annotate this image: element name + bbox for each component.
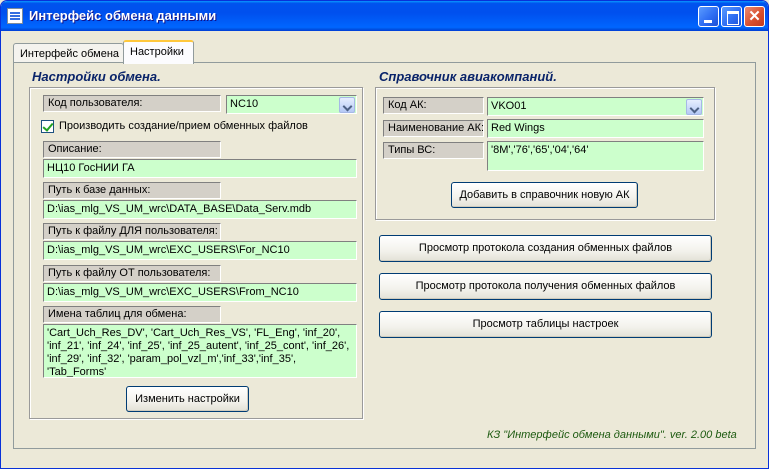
db-path-field[interactable]: D:\ias_mlg_VS_UM_wrc\DATA_BASE\Data_Serv… bbox=[43, 200, 357, 219]
version-footer: КЗ "Интерфейс обмена данными". ver. 2.00… bbox=[487, 429, 737, 441]
user-code-combobox[interactable]: NC10 bbox=[226, 95, 357, 114]
path-from-user-label: Путь к файлу ОТ пользователя: bbox=[43, 265, 221, 282]
view-receive-log-button[interactable]: Просмотр протокола получения обменных фа… bbox=[379, 273, 712, 300]
airline-code-value: VKO01 bbox=[491, 100, 527, 112]
aircraft-types-field[interactable]: '8M','76','65','04','64' bbox=[487, 141, 704, 171]
create-files-checkbox-label: Производить создание/прием обменных файл… bbox=[59, 120, 308, 132]
description-label: Описание: bbox=[43, 141, 221, 158]
tab-exchange[interactable]: Интерфейс обмена bbox=[13, 43, 124, 63]
view-settings-table-button[interactable]: Просмотр таблицы настроек bbox=[379, 311, 712, 338]
exchange-settings-title: Настройки обмена. bbox=[32, 69, 161, 84]
user-code-value: NC10 bbox=[230, 98, 259, 110]
airline-name-field[interactable]: Red Wings bbox=[487, 119, 704, 138]
tab-settings[interactable]: Настройки bbox=[123, 40, 194, 64]
minimize-button[interactable] bbox=[698, 6, 719, 27]
chevron-down-icon[interactable] bbox=[339, 97, 355, 113]
app-window: Интерфейс обмена данными ✕ Интерфейс обм… bbox=[0, 0, 769, 469]
maximize-button[interactable] bbox=[721, 6, 742, 27]
create-files-checkbox[interactable] bbox=[41, 120, 54, 133]
path-for-user-field[interactable]: D:\ias_mlg_VS_UM_wrc\EXC_USERS\For_NC10 bbox=[43, 241, 357, 260]
tables-field[interactable]: 'Cart_Uch_Res_DV', 'Cart_Uch_Res_VS', 'F… bbox=[43, 324, 357, 378]
airline-name-label: Наименование АК: bbox=[383, 120, 484, 137]
airlines-title: Справочник авиакомпаний. bbox=[379, 69, 557, 84]
change-settings-button[interactable]: Изменить настройки bbox=[126, 386, 249, 412]
close-button[interactable]: ✕ bbox=[744, 6, 765, 27]
tables-label: Имена таблиц для обмена: bbox=[43, 306, 221, 323]
aircraft-types-label: Типы ВС: bbox=[383, 142, 484, 159]
window-title: Интерфейс обмена данными bbox=[29, 8, 217, 23]
airline-code-combobox[interactable]: VKO01 bbox=[487, 97, 704, 116]
app-form-icon bbox=[7, 8, 23, 24]
airline-code-label: Код АК: bbox=[383, 97, 484, 114]
title-bar[interactable]: Интерфейс обмена данными ✕ bbox=[1, 1, 768, 31]
path-for-user-label: Путь к файлу ДЛЯ пользователя: bbox=[43, 223, 221, 240]
user-code-label: Код пользователя: bbox=[43, 95, 221, 112]
chevron-down-icon[interactable] bbox=[686, 99, 702, 115]
description-field[interactable]: НЦ10 ГосНИИ ГА bbox=[43, 159, 357, 178]
view-create-log-button[interactable]: Просмотр протокола создания обменных фай… bbox=[379, 235, 712, 262]
db-path-label: Путь к базе данных: bbox=[43, 182, 221, 199]
add-airline-button[interactable]: Добавить в справочник новую АК bbox=[451, 182, 638, 208]
path-from-user-field[interactable]: D:\ias_mlg_VS_UM_wrc\EXC_USERS\From_NC10 bbox=[43, 283, 357, 302]
